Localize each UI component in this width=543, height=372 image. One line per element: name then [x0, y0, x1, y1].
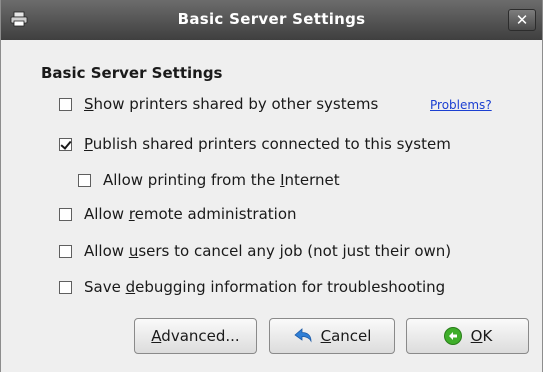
- problems-link[interactable]: Problems?: [430, 98, 492, 112]
- title-bar[interactable]: Basic Server Settings ✕: [1, 0, 542, 40]
- section-heading: Basic Server Settings: [41, 64, 223, 82]
- advanced-button-label: Advanced...: [151, 327, 240, 345]
- option-allow-internet-printing[interactable]: Allow printing from the Internet: [78, 169, 340, 191]
- option-users-cancel-jobs[interactable]: Allow users to cancel any job (not just …: [59, 240, 451, 262]
- undo-arrow-icon: [293, 328, 311, 343]
- window-title: Basic Server Settings: [177, 10, 366, 28]
- green-ok-icon: [443, 327, 462, 345]
- option-label: Show printers shared by other systems: [84, 95, 379, 113]
- cancel-button[interactable]: Cancel: [269, 318, 395, 354]
- option-remote-administration[interactable]: Allow remote administration: [59, 203, 297, 225]
- checkbox[interactable]: [59, 137, 72, 151]
- option-label: Save debugging information for troublesh…: [84, 278, 446, 296]
- option-label: Allow printing from the Internet: [103, 171, 340, 189]
- option-save-debugging-info[interactable]: Save debugging information for troublesh…: [59, 276, 445, 298]
- advanced-button[interactable]: Advanced...: [134, 318, 257, 354]
- checkbox[interactable]: [59, 244, 72, 258]
- checkbox[interactable]: [59, 280, 72, 294]
- ok-button-label: OK: [470, 327, 493, 345]
- option-label: Publish shared printers connected to thi…: [84, 135, 451, 153]
- ok-button[interactable]: OK: [406, 318, 529, 354]
- close-icon: ✕: [515, 11, 529, 29]
- checkbox[interactable]: [78, 173, 91, 187]
- option-label: Allow remote administration: [84, 205, 297, 223]
- dialog-window: Basic Server Settings ✕ Basic Server Set…: [0, 0, 543, 372]
- close-button[interactable]: ✕: [508, 9, 536, 31]
- option-publish-shared-printers[interactable]: Publish shared printers connected to thi…: [59, 133, 451, 155]
- checkbox[interactable]: [59, 97, 72, 111]
- option-label: Allow users to cancel any job (not just …: [84, 242, 452, 260]
- cancel-button-label: Cancel: [320, 327, 372, 345]
- option-show-shared-printers[interactable]: Show printers shared by other systems: [59, 93, 378, 115]
- checkbox[interactable]: [59, 207, 72, 221]
